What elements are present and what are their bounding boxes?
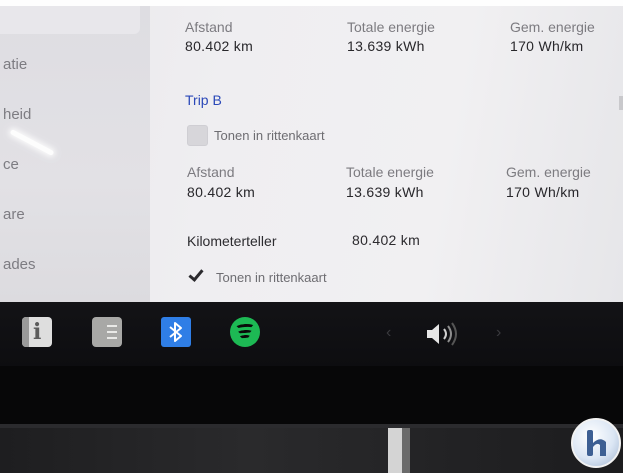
sidebar-item-3[interactable]: ce (3, 156, 19, 173)
screen-edge-highlight (619, 96, 623, 110)
odometer-value: 80.402 km (352, 232, 421, 248)
odometer-label: Kilometerteller (187, 233, 277, 249)
trip-a-total-energy-label: Totale energie (347, 19, 435, 35)
screen-mount (388, 428, 402, 473)
odometer-show-in-map-checkbox[interactable] (188, 266, 210, 287)
sidebar-item-2[interactable]: heid (3, 106, 31, 123)
trip-a-avg-energy-value: 170 Wh/km (510, 38, 584, 54)
sidebar-item-4[interactable]: are (3, 206, 25, 223)
screen-lower-area (0, 366, 623, 426)
trip-b-show-in-map-checkbox[interactable] (187, 125, 208, 146)
vehicle-screen: atie heid ce are ades Afstand 80.402 km … (0, 6, 623, 302)
bluetooth-icon[interactable] (161, 317, 191, 347)
trips-panel: Afstand 80.402 km Totale energie 13.639 … (150, 6, 623, 302)
trip-b-total-energy-value: 13.639 kWh (346, 184, 424, 200)
spotify-icon[interactable] (230, 317, 260, 347)
notes-icon[interactable] (92, 317, 122, 347)
background-dashboard (0, 428, 623, 473)
media-prev-chevron-icon[interactable]: ‹ (386, 324, 391, 342)
trip-b-avg-energy-label: Gem. energie (506, 164, 591, 180)
settings-sidebar: atie heid ce are ades (0, 6, 150, 302)
trip-b-title: Trip B (185, 92, 222, 108)
trip-a-distance-value: 80.402 km (185, 38, 254, 54)
trip-a-distance-label: Afstand (185, 19, 233, 35)
screen-mount-shadow (402, 428, 410, 473)
trip-b-avg-energy-value: 170 Wh/km (506, 184, 580, 200)
trip-b-distance-label: Afstand (187, 164, 235, 180)
sidebar-item-1[interactable]: atie (3, 56, 27, 73)
app-dock: i ‹ › (0, 302, 623, 366)
trip-a-avg-energy-label: Gem. energie (510, 19, 595, 35)
watermark-logo-icon (571, 418, 621, 468)
trip-b-show-in-map-label[interactable]: Tonen in rittenkaart (214, 128, 325, 143)
odometer-show-in-map-label[interactable]: Tonen in rittenkaart (216, 270, 327, 285)
sidebar-item-5[interactable]: ades (3, 256, 36, 273)
owners-manual-icon[interactable]: i (22, 317, 52, 347)
sidebar-header-card (0, 6, 140, 34)
checkmark-icon (188, 266, 204, 282)
media-next-chevron-icon[interactable]: › (496, 324, 501, 342)
trip-b-total-energy-label: Totale energie (346, 164, 434, 180)
volume-icon[interactable] (424, 321, 464, 347)
trip-a-total-energy-value: 13.639 kWh (347, 38, 425, 54)
trip-b-distance-value: 80.402 km (187, 184, 256, 200)
screen-glare (9, 129, 55, 156)
